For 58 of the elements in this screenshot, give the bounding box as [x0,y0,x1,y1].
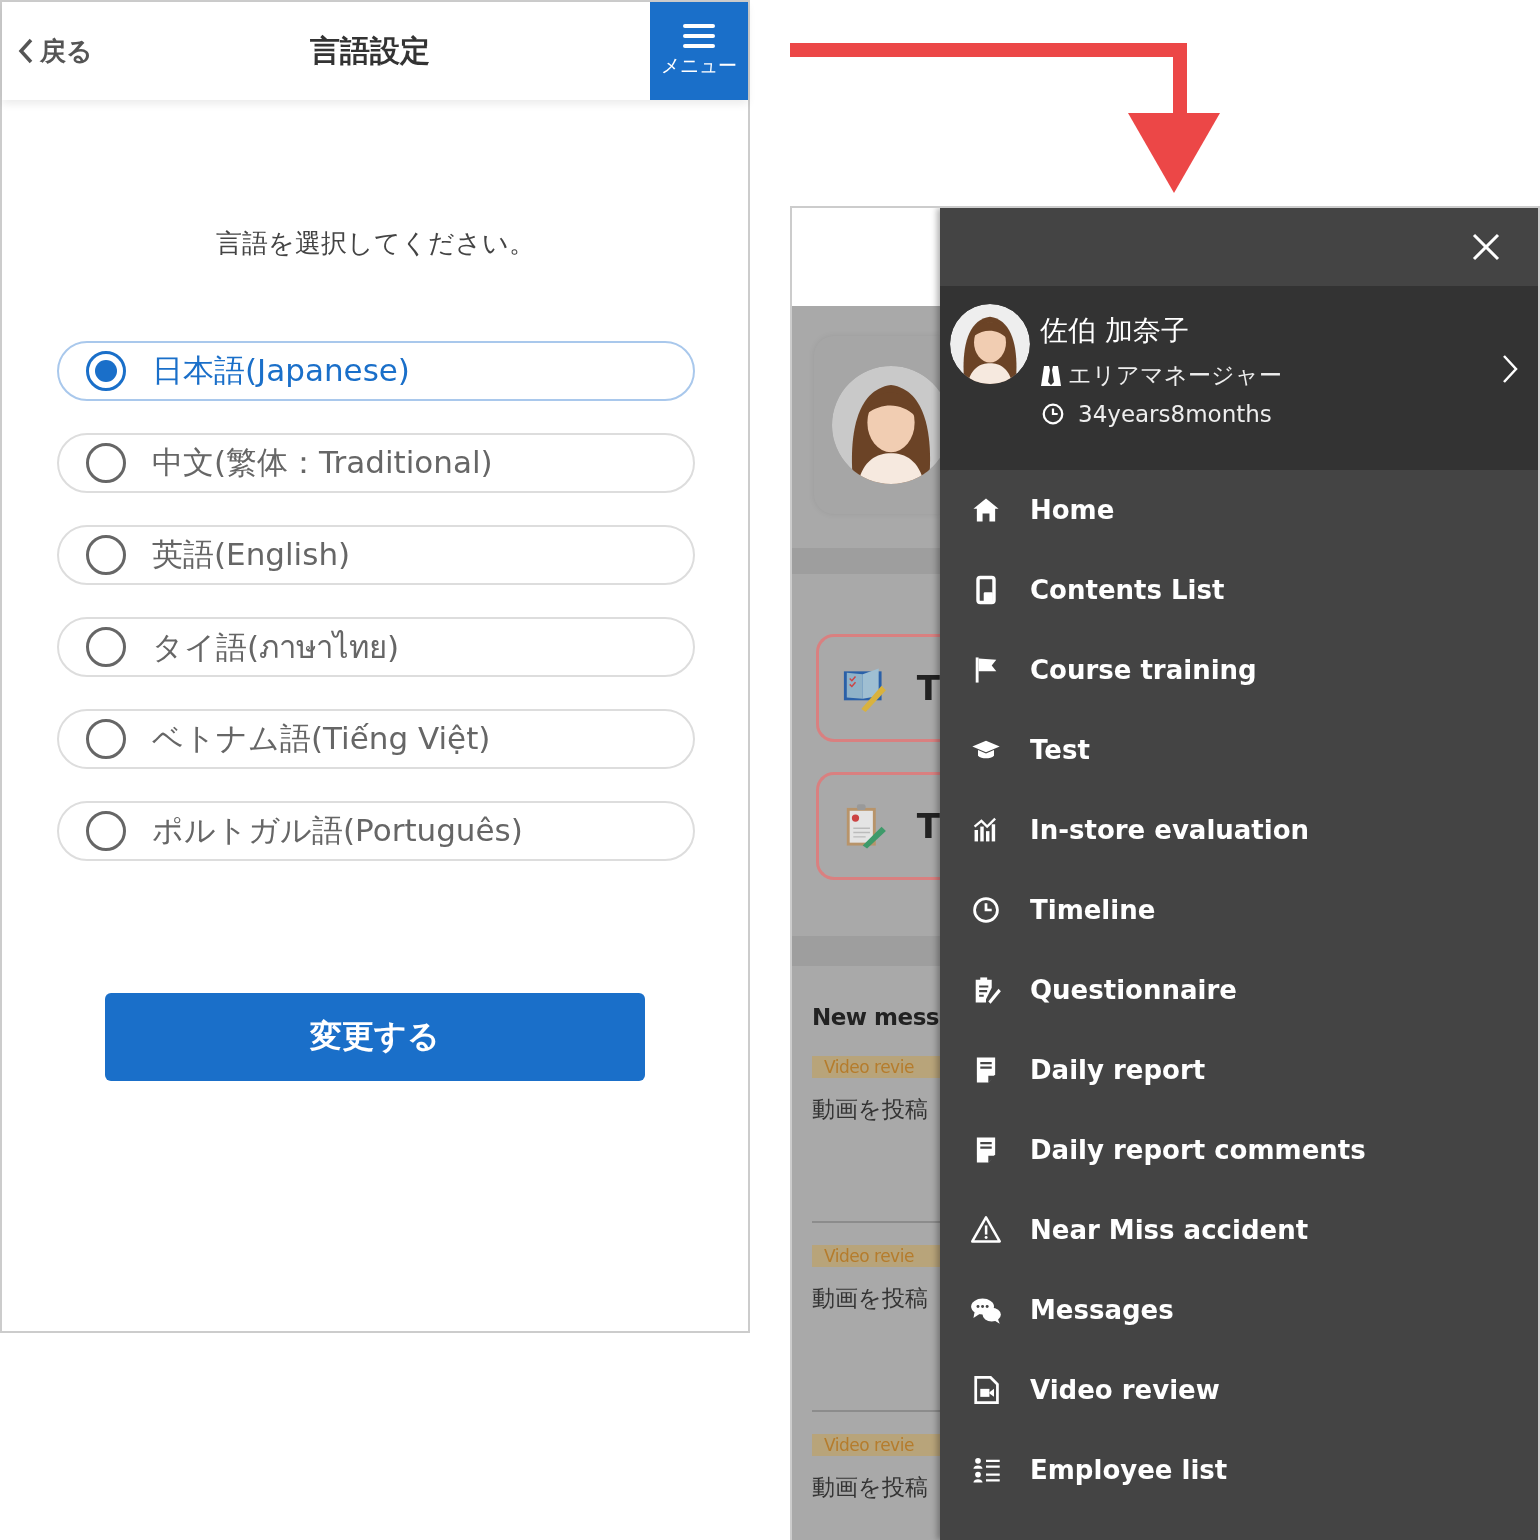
chevron-right-icon [1502,354,1518,384]
menu-item[interactable]: Questionnaire [940,950,1538,1030]
menu-item[interactable]: Near Miss accident [940,1190,1538,1270]
language-label: 英語(English) [152,535,351,574]
clock-icon [970,894,1002,926]
card-label: T [916,806,940,846]
menu-item[interactable]: Course training [940,630,1538,710]
category-tag: Video revie [812,1056,940,1078]
radio-button[interactable] [86,443,126,483]
menu-item[interactable]: Video review [940,1350,1538,1430]
necktie-badge-icon [1040,363,1062,388]
menu-item[interactable]: Daily report comments [940,1110,1538,1190]
user-role: エリアマネージャー [1068,361,1282,390]
language-option[interactable]: 英語(English) [57,525,695,585]
menu-item[interactable]: Test [940,710,1538,790]
tenure-text: 34years8months [1078,401,1272,427]
close-button[interactable] [1472,233,1500,261]
radio-button[interactable] [86,811,126,851]
language-option[interactable]: 中文(繁体：Traditional) [57,433,695,493]
menu-item[interactable]: Contents List [940,550,1538,630]
warning-icon [970,1214,1002,1246]
language-label: ベトナム語(Tiếng Việt) [152,719,491,758]
category-tag: Video revie [812,1434,940,1456]
card-label: T [916,668,940,708]
menu-button[interactable]: メニュー [650,2,748,100]
instruction-text: 言語を選択してください。 [214,227,536,260]
message-text: 動画を投稿 [812,1284,929,1313]
radio-button[interactable] [86,627,126,667]
language-label: 中文(繁体：Traditional) [152,443,493,482]
menu-item[interactable]: Timeline [940,870,1538,950]
language-option[interactable]: タイ語(ภาษาไทย) [57,617,695,677]
radio-button[interactable] [86,719,126,759]
menu-item[interactable]: Messages [940,1270,1538,1350]
language-option[interactable]: ベトナム語(Tiếng Việt) [57,709,695,769]
menu-icon [683,23,715,49]
message-text: 動画を投稿 [812,1473,929,1502]
user-name: 佐伯 加奈子 [1040,313,1190,349]
profile-link-button[interactable] [1502,354,1518,384]
language-label: 日本語(Japanese) [152,351,410,390]
radio-button[interactable] [86,351,126,391]
back-button[interactable]: 戻る [2,33,282,69]
section-title: New mess [812,1004,940,1030]
menu-item[interactable]: Daily report [940,1030,1538,1110]
menu-item[interactable]: In-store evaluation [940,790,1538,870]
language-label: タイ語(ภาษาไทย) [152,628,400,667]
message-text: 動画を投稿 [812,1095,929,1124]
language-option[interactable]: 日本語(Japanese) [57,341,695,401]
language-label: ポルトガル語(Português) [152,811,523,850]
menu-item[interactable]: Home [940,470,1538,550]
category-tag: Video revie [812,1245,940,1267]
change-button[interactable]: 変更する [105,993,645,1081]
language-option[interactable]: ポルトガル語(Português) [57,801,695,861]
screen-title: 言語設定 [309,31,431,70]
radio-button[interactable] [86,535,126,575]
menu-item[interactable]: Employee list [940,1430,1538,1510]
chevron-left-icon [18,37,34,65]
clock-icon [1040,401,1066,427]
close-icon [1472,233,1500,261]
